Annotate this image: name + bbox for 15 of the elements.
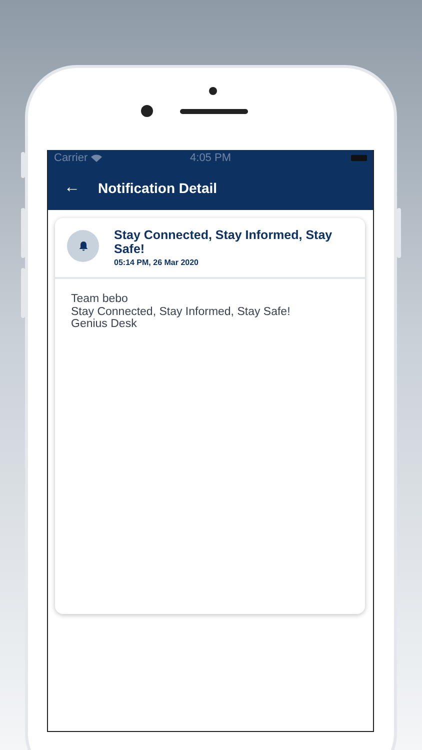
back-button[interactable]: ← — [64, 179, 80, 197]
speaker-grille — [180, 109, 248, 114]
message-line: Genius Desk — [71, 318, 137, 330]
notification-time: 05:14 PM, 26 Mar 2020 — [114, 258, 200, 267]
screen-title: Notification Detail — [98, 180, 218, 196]
notification-title: Stay Connected, Stay Informed, Stay Safe! — [114, 228, 334, 256]
carrier-label: Carrier — [54, 152, 88, 164]
bell-icon — [78, 241, 88, 251]
battery-icon — [351, 155, 367, 161]
message-line: Team bebo — [71, 293, 128, 306]
sensor-dot — [209, 87, 217, 95]
status-time: 4:05 PM — [190, 152, 231, 164]
message-line: Stay Connected, Stay Informed, Stay Safe! — [71, 306, 290, 318]
camera-lens — [141, 105, 153, 117]
wifi-icon — [90, 154, 102, 162]
